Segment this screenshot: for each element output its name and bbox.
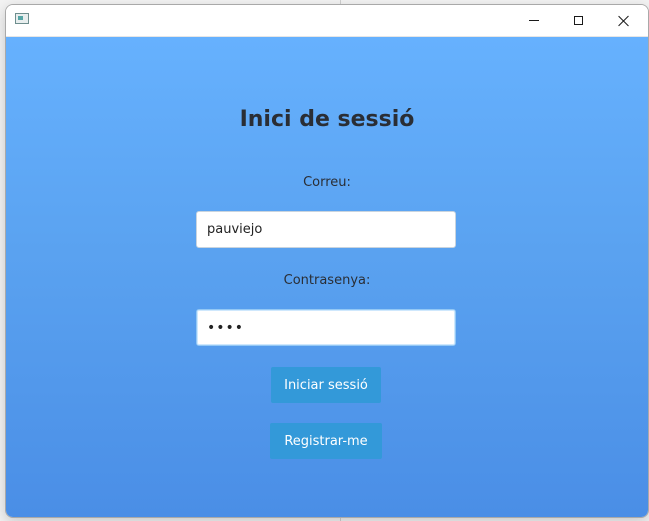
title-bar[interactable] <box>6 5 648 37</box>
email-field[interactable] <box>196 211 456 248</box>
login-window: Inici de sessió Correu: Contrasenya: Ini… <box>5 4 649 518</box>
page-title: Inici de sessió <box>239 107 415 132</box>
minimize-button[interactable] <box>511 5 557 36</box>
maximize-icon <box>573 16 583 25</box>
login-panel: Inici de sessió Correu: Contrasenya: Ini… <box>6 37 648 517</box>
close-icon <box>618 15 630 27</box>
register-button[interactable]: Registrar-me <box>270 423 382 459</box>
password-field[interactable] <box>196 309 456 346</box>
login-button[interactable]: Iniciar sessió <box>271 367 381 403</box>
maximize-button[interactable] <box>555 5 601 36</box>
email-label: Correu: <box>303 175 351 190</box>
password-label: Contrasenya: <box>283 273 371 288</box>
minimize-icon <box>529 20 539 21</box>
close-button[interactable] <box>601 5 647 36</box>
app-icon <box>15 13 29 24</box>
